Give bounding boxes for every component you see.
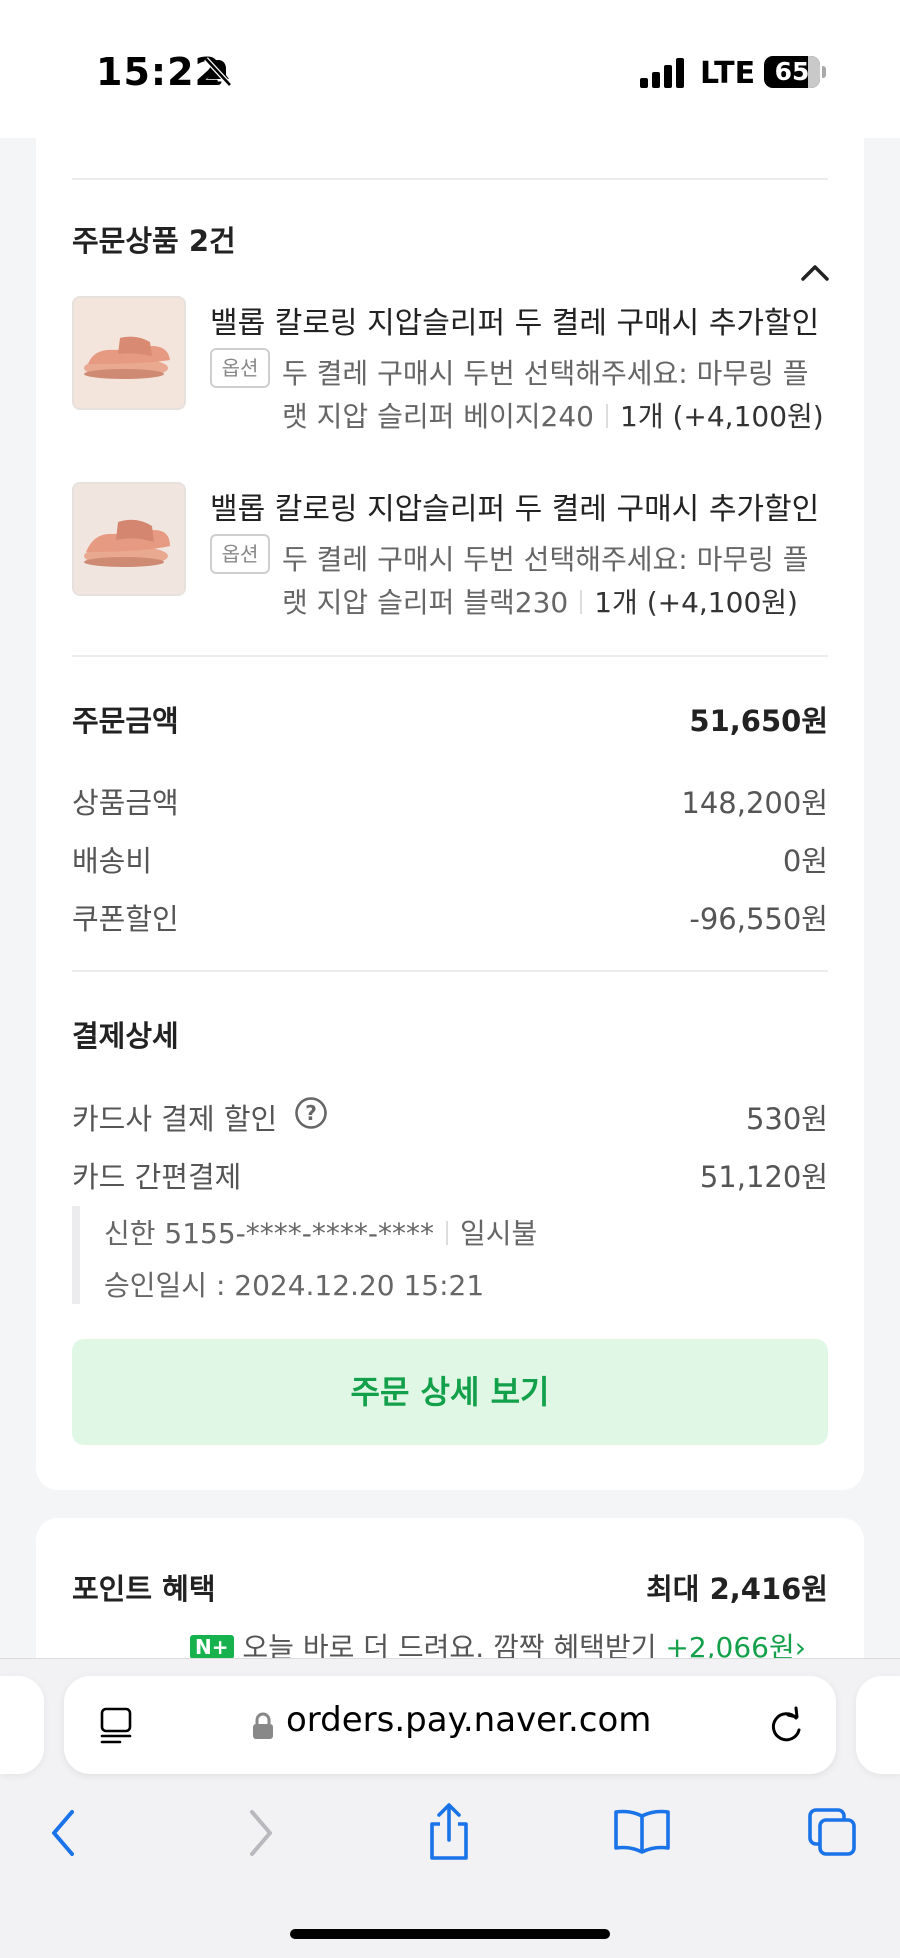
svg-text:?: ? — [305, 1101, 317, 1125]
installment: 일시불 — [460, 1217, 538, 1250]
option-text: 랫 지압 슬리퍼 블랙230 — [282, 586, 569, 619]
approval-time: 승인일시 : 2024.12.20 15:21 — [104, 1269, 485, 1302]
coupon-discount-label: 쿠폰할인 — [72, 902, 179, 936]
points-heading: 포인트 혜택 — [72, 1572, 216, 1606]
tabs-icon[interactable] — [806, 1806, 858, 1858]
next-tab-preview[interactable] — [856, 1676, 900, 1774]
shipping-fee-value: 0원 — [782, 844, 828, 878]
quantity-price: 1개 (+4,100원) — [620, 400, 824, 433]
top-divider — [72, 178, 828, 180]
card-info-bar — [72, 1206, 80, 1304]
option-text-line2: 랫 지압 슬리퍼 베이지240 1개 (+4,100원) — [282, 395, 824, 435]
help-icon[interactable]: ? — [294, 1096, 328, 1130]
card-discount-label: 카드사 결제 할인 — [72, 1102, 278, 1136]
chevron-up-icon[interactable] — [800, 262, 830, 282]
back-icon[interactable] — [48, 1808, 78, 1858]
previous-tab-preview[interactable] — [0, 1676, 44, 1774]
naver-plus-icon: N+ — [190, 1635, 234, 1659]
share-icon[interactable] — [424, 1802, 474, 1862]
url-text[interactable]: orders.pay.naver.com — [286, 1700, 651, 1740]
battery-level: 65 — [774, 57, 810, 86]
section-divider — [72, 970, 828, 972]
slipper-image — [74, 298, 184, 408]
product-name[interactable]: 밸롭 칼로링 지압슬리퍼 두 켤레 구매시 추가할인 — [210, 484, 819, 528]
forward-icon[interactable] — [246, 1808, 276, 1858]
product-name[interactable]: 밸롭 칼로링 지압슬리퍼 두 켤레 구매시 추가할인 — [210, 298, 819, 342]
product-thumbnail[interactable] — [72, 296, 186, 410]
product-amount-label: 상품금액 — [72, 786, 179, 820]
option-text-line1: 두 켤레 구매시 두번 선택해주세요: 마무링 플 — [282, 357, 809, 390]
reload-icon[interactable] — [766, 1706, 806, 1746]
shipping-fee-label: 배송비 — [72, 844, 153, 878]
easy-pay-label: 카드 간편결제 — [72, 1160, 242, 1194]
option-badge: 옵션 — [210, 348, 270, 388]
section-divider — [72, 655, 828, 657]
battery-icon: 65 — [764, 56, 820, 88]
order-items-heading: 주문상품 2건 — [72, 224, 236, 258]
card-info: 신한 5155-****-****-**** 일시불 — [104, 1212, 537, 1252]
order-amount-total: 51,650원 — [689, 704, 828, 738]
network-type: LTE — [700, 56, 756, 91]
payment-detail-heading: 결제상세 — [72, 1019, 179, 1053]
option-badge: 옵션 — [210, 534, 270, 574]
points-max: 최대 2,416원 — [646, 1572, 828, 1606]
reader-icon[interactable] — [98, 1705, 138, 1745]
coupon-discount-value: -96,550원 — [689, 902, 828, 936]
lock-icon — [253, 1712, 273, 1739]
easy-pay-value: 51,120원 — [699, 1160, 828, 1194]
quantity-price: 1개 (+4,100원) — [594, 586, 798, 619]
home-indicator[interactable] — [290, 1929, 610, 1939]
product-thumbnail[interactable] — [72, 482, 186, 596]
option-text-line2: 랫 지압 슬리퍼 블랙230 1개 (+4,100원) — [282, 581, 798, 621]
card-number: 신한 5155-****-****-**** — [104, 1217, 434, 1250]
option-text-line1: 두 켤레 구매시 두번 선택해주세요: 마무링 플 — [282, 543, 809, 576]
option-text: 랫 지압 슬리퍼 베이지240 — [282, 400, 594, 433]
order-detail-button[interactable]: 주문 상세 보기 — [72, 1339, 828, 1445]
order-amount-label: 주문금액 — [72, 704, 179, 738]
slipper-image — [74, 484, 184, 594]
bell-slash-icon — [204, 57, 232, 87]
bookmarks-icon[interactable] — [612, 1808, 672, 1854]
cellular-signal-icon — [640, 58, 684, 88]
product-amount-value: 148,200원 — [681, 786, 828, 820]
card-discount-value: 530원 — [745, 1102, 828, 1136]
